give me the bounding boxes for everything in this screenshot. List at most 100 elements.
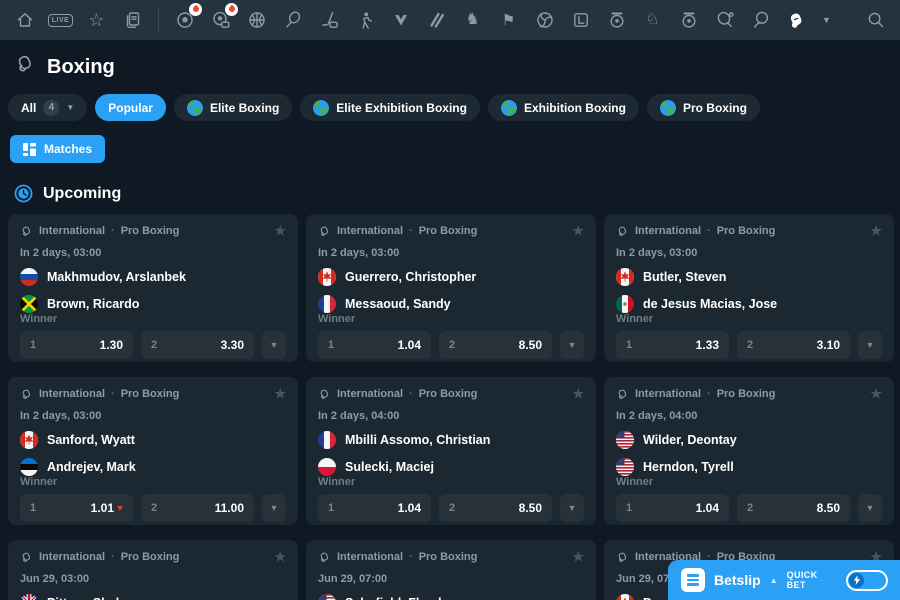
tennis-icon[interactable]: [282, 10, 303, 31]
odds-button-1[interactable]: 11.01: [20, 494, 133, 522]
odds-button-2[interactable]: 28.50: [439, 331, 552, 359]
category-label: Pro Boxing: [121, 225, 180, 237]
more-odds-button[interactable]: ▼: [560, 331, 584, 359]
odds-button-2[interactable]: 211.00: [141, 494, 254, 522]
boxing-glove-icon: [318, 388, 331, 401]
ederby-icon[interactable]: ♘: [642, 10, 663, 31]
quick-bet-toggle[interactable]: [846, 570, 888, 591]
filter-chip-elite-exhibition-boxing[interactable]: Elite Exhibition Boxing: [300, 94, 480, 121]
odds-button-2[interactable]: 23.10: [737, 331, 850, 359]
league-of-legends-icon[interactable]: [570, 10, 591, 31]
more-odds-button[interactable]: ▼: [560, 494, 584, 522]
favorite-star-icon[interactable]: ★: [274, 549, 286, 565]
match-card[interactable]: International·Pro Boxing★In 2 days, 04:0…: [306, 377, 596, 525]
separator-dot: ·: [111, 551, 115, 563]
rainbow-six-icon[interactable]: [426, 10, 447, 31]
penalty-football-icon[interactable]: [678, 10, 699, 31]
basketball-icon[interactable]: [246, 10, 267, 31]
favorite-star-icon[interactable]: ★: [572, 386, 584, 402]
odds-label: 2: [747, 339, 753, 351]
fighter-row: Schofield, Floyd: [318, 594, 584, 600]
match-card[interactable]: International·Pro Boxing★Jun 29, 07:00Sc…: [306, 540, 596, 600]
match-card[interactable]: International·Pro Boxing★In 2 days, 03:0…: [8, 377, 298, 525]
filter-chip-label: Exhibition Boxing: [524, 101, 626, 115]
valorant-icon[interactable]: [390, 10, 411, 31]
my-bets-icon[interactable]: [122, 10, 143, 31]
more-sports-caret-icon[interactable]: ▼: [822, 15, 831, 25]
match-card[interactable]: International·Pro Boxing★Jun 29, 03:00Pi…: [8, 540, 298, 600]
odds-button-1[interactable]: 11.33: [616, 331, 729, 359]
favorite-star-icon[interactable]: ★: [274, 223, 286, 239]
separator-dot: ·: [707, 388, 711, 400]
odds-button-1[interactable]: 11.04: [318, 494, 431, 522]
esoccer-icon[interactable]: [210, 10, 231, 31]
fighter-row: Sanford, Wyatt: [20, 431, 286, 449]
odds-value: 1.30: [100, 338, 123, 352]
odds-label: 1: [30, 339, 36, 351]
fighter-name: Sanford, Wyatt: [47, 433, 135, 447]
odds-value: 1.33: [696, 338, 719, 352]
fighter-name: Makhmudov, Arslanbek: [47, 270, 186, 284]
odds-value: 1.04: [398, 338, 421, 352]
more-odds-button[interactable]: ▼: [262, 331, 286, 359]
card-header: International·Pro Boxing★: [20, 386, 286, 402]
filter-chip-pro-boxing[interactable]: Pro Boxing: [647, 94, 760, 121]
fighter-name: Butler, Steven: [643, 270, 726, 284]
filter-chip-exhibition-boxing[interactable]: Exhibition Boxing: [488, 94, 639, 121]
volta-football-icon[interactable]: [606, 10, 627, 31]
flag-ru-icon: [20, 268, 38, 286]
search-icon[interactable]: [865, 10, 886, 31]
odds-value: 8.50: [817, 501, 840, 515]
filter-chip-popular[interactable]: Popular: [95, 94, 166, 121]
betslip-bar[interactable]: Betslip ▲ QUICK BET: [668, 560, 900, 600]
all-filter-dropdown[interactable]: All 4 ▼: [8, 94, 87, 121]
favorite-star-icon[interactable]: ★: [870, 223, 882, 239]
odds-button-1[interactable]: 11.04: [318, 331, 431, 359]
category-label: Pro Boxing: [717, 388, 776, 400]
fighter-row: Guerrero, Christopher: [318, 268, 584, 286]
favorite-star-icon[interactable]: ★: [274, 386, 286, 402]
more-odds-button[interactable]: ▼: [858, 494, 882, 522]
ehockey-icon[interactable]: [318, 10, 339, 31]
filter-chip-elite-boxing[interactable]: Elite Boxing: [174, 94, 292, 121]
match-card[interactable]: International·Pro Boxing★In 2 days, 04:0…: [604, 377, 894, 525]
racing-icon[interactable]: ⚑: [498, 10, 519, 31]
chess-icon[interactable]: ♞: [462, 10, 483, 31]
boxing-icon[interactable]: [786, 10, 807, 31]
volleyball-icon[interactable]: [534, 10, 555, 31]
category-label: Pro Boxing: [121, 551, 180, 563]
live-icon[interactable]: LIVE: [50, 10, 71, 31]
soccer-icon[interactable]: [174, 10, 195, 31]
odds-button-1[interactable]: 11.04: [616, 494, 729, 522]
odds-value: 11.00: [215, 501, 244, 515]
league-label: International: [39, 551, 105, 563]
odds-button-2[interactable]: 28.50: [737, 494, 850, 522]
match-card[interactable]: International·Pro Boxing★In 2 days, 03:0…: [306, 214, 596, 362]
fighter-name: Schofield, Floyd: [345, 596, 442, 600]
odds-row: 11.3023.30▼: [20, 331, 286, 359]
home-icon[interactable]: [14, 10, 35, 31]
odds-button-2[interactable]: 23.30: [141, 331, 254, 359]
favorite-star-icon[interactable]: ★: [572, 223, 584, 239]
favorites-icon[interactable]: ☆: [86, 10, 107, 31]
fighter-row: de Jesus Macias, Jose: [616, 295, 882, 313]
hot-fire-badge: [189, 3, 202, 16]
more-odds-button[interactable]: ▼: [262, 494, 286, 522]
odds-button-2[interactable]: 28.50: [439, 494, 552, 522]
matches-button[interactable]: Matches: [10, 135, 105, 163]
fighter-row: Makhmudov, Arslanbek: [20, 268, 286, 286]
counter-strike-icon[interactable]: [354, 10, 375, 31]
table-tennis-icon[interactable]: [714, 10, 735, 31]
favorite-star-icon[interactable]: ★: [572, 549, 584, 565]
match-card[interactable]: International·Pro Boxing★In 2 days, 03:0…: [604, 214, 894, 362]
separator-dot: ·: [409, 551, 413, 563]
more-odds-button[interactable]: ▼: [858, 331, 882, 359]
market-label: Winner: [616, 476, 882, 488]
odds-value: 3.10: [817, 338, 840, 352]
league-label: International: [635, 388, 701, 400]
card-header: International·Pro Boxing★: [20, 223, 286, 239]
efootball-icon[interactable]: [750, 10, 771, 31]
match-card[interactable]: International·Pro Boxing★In 2 days, 03:0…: [8, 214, 298, 362]
favorite-star-icon[interactable]: ★: [870, 386, 882, 402]
odds-button-1[interactable]: 11.30: [20, 331, 133, 359]
